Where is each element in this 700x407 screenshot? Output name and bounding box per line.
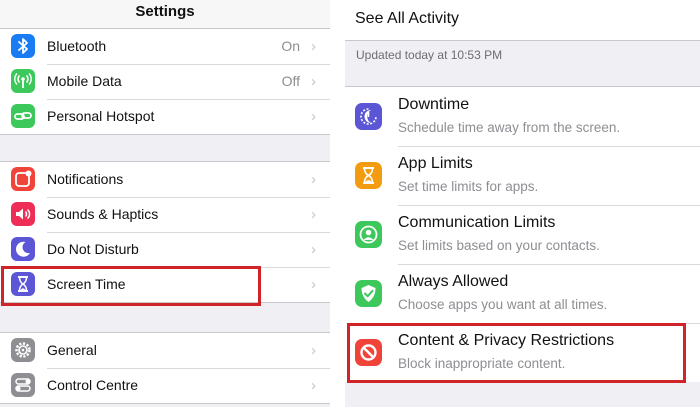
settings-row-sounds[interactable]: Sounds & Haptics › <box>0 197 330 232</box>
hourglass-icon <box>11 272 35 296</box>
row-label: Control Centre <box>47 377 139 393</box>
settings-row-personal-hotspot[interactable]: Personal Hotspot › <box>0 99 330 134</box>
downtime-icon <box>355 103 382 130</box>
screen-time-options: Downtime Schedule time away from the scr… <box>345 86 700 382</box>
see-all-activity-label: See All Activity <box>355 10 460 27</box>
row-label: General <box>47 342 97 358</box>
panel-divider <box>330 0 345 407</box>
notifications-icon <box>11 167 35 191</box>
option-subtitle: Set limits based on your contacts. <box>398 238 600 253</box>
row-label: Sounds & Haptics <box>47 206 159 222</box>
row-label: Do Not Disturb <box>47 241 139 257</box>
row-label: Notifications <box>47 171 124 187</box>
option-subtitle: Set time limits for apps. <box>398 179 539 194</box>
chevron-right-icon: › <box>311 73 316 90</box>
settings-row-screen-time[interactable]: Screen Time › <box>0 267 330 302</box>
settings-panel: Settings Bluetooth On › Mobile Data Off … <box>0 0 330 407</box>
antenna-icon <box>11 69 35 93</box>
option-subtitle: Block inappropriate content. <box>398 356 566 371</box>
option-subtitle: Schedule time away from the screen. <box>398 120 621 135</box>
speaker-icon <box>11 202 35 226</box>
row-label: Personal Hotspot <box>47 108 155 124</box>
chevron-right-icon: › <box>311 276 316 293</box>
row-label: Screen Time <box>47 276 126 292</box>
hotspot-icon <box>11 104 35 128</box>
option-title: Content & Privacy Restrictions <box>398 332 615 349</box>
option-always-allowed[interactable]: Always Allowed Choose apps you want at a… <box>345 264 700 323</box>
option-title: Always Allowed <box>398 273 509 290</box>
option-communication-limits[interactable]: Communication Limits Set limits based on… <box>345 205 700 264</box>
moon-icon <box>11 237 35 261</box>
chevron-right-icon: › <box>311 342 316 359</box>
restricted-icon <box>355 339 382 366</box>
chevron-right-icon: › <box>311 171 316 188</box>
option-app-limits[interactable]: App Limits Set time limits for apps. <box>345 146 700 205</box>
option-downtime[interactable]: Downtime Schedule time away from the scr… <box>345 87 700 146</box>
option-content-privacy[interactable]: Content & Privacy Restrictions Block ina… <box>345 323 700 382</box>
hourglass-icon <box>355 162 382 189</box>
chevron-right-icon: › <box>311 377 316 394</box>
connectivity-group: Bluetooth On › Mobile Data Off › Persona… <box>0 28 330 135</box>
screen-time-panel: See All Activity Updated today at 10:53 … <box>345 0 700 407</box>
settings-row-mobile-data[interactable]: Mobile Data Off › <box>0 64 330 99</box>
gear-icon <box>11 338 35 362</box>
option-title: Downtime <box>398 96 470 113</box>
updated-timestamp: Updated today at 10:53 PM <box>356 48 503 62</box>
chevron-right-icon: › <box>311 206 316 223</box>
row-label: Mobile Data <box>47 73 122 89</box>
chevron-right-icon: › <box>311 241 316 258</box>
row-label: Bluetooth <box>47 38 107 54</box>
settings-row-notifications[interactable]: Notifications › <box>0 162 330 197</box>
toggles-icon <box>11 373 35 397</box>
notifications-group: Notifications › Sounds & Haptics › Do No… <box>0 161 330 303</box>
general-group: General › Control Centre › <box>0 332 330 404</box>
see-all-activity-row[interactable]: See All Activity <box>345 0 700 41</box>
settings-title: Settings <box>0 0 330 29</box>
settings-row-control-centre[interactable]: Control Centre › <box>0 368 330 403</box>
row-value: On <box>281 38 300 54</box>
option-subtitle: Choose apps you want at all times. <box>398 297 608 312</box>
chevron-right-icon: › <box>311 38 316 55</box>
option-title: Communication Limits <box>398 214 556 231</box>
row-value: Off <box>281 73 300 89</box>
chevron-right-icon: › <box>311 108 316 125</box>
settings-row-do-not-disturb[interactable]: Do Not Disturb › <box>0 232 330 267</box>
bluetooth-icon <box>11 34 35 58</box>
option-title: App Limits <box>398 155 473 172</box>
check-shield-icon <box>355 280 382 307</box>
settings-row-bluetooth[interactable]: Bluetooth On › <box>0 29 330 64</box>
contact-icon <box>355 221 382 248</box>
settings-row-general[interactable]: General › <box>0 333 330 368</box>
